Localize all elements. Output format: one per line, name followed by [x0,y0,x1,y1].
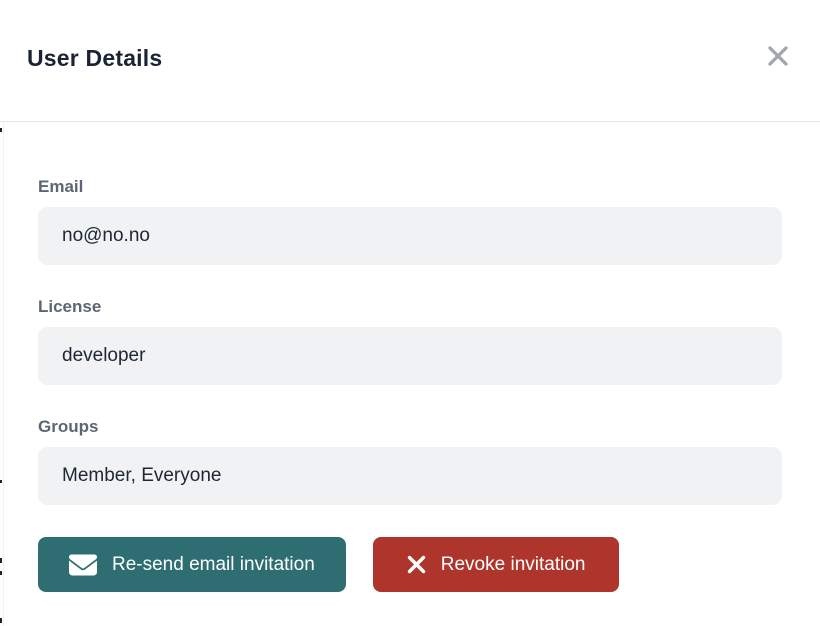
modal-body: Email License Groups Re-send email invit… [0,122,820,592]
envelope-icon [69,551,97,579]
email-field[interactable] [38,207,782,265]
page-title: User Details [27,45,162,72]
close-icon [765,43,791,72]
close-button[interactable] [763,42,793,72]
background-remnant [0,558,2,563]
user-details-modal: User Details Email License Groups [0,0,820,592]
groups-field-group: Groups [38,417,782,505]
modal-header: User Details [0,0,820,122]
email-field-group: Email [38,177,782,265]
license-field[interactable] [38,327,782,385]
groups-field[interactable] [38,447,782,505]
revoke-invitation-label: Revoke invitation [441,554,586,576]
background-remnant [0,128,2,132]
revoke-invitation-button[interactable]: Revoke invitation [373,537,620,592]
background-remnant [0,480,2,483]
resend-invitation-label: Re-send email invitation [112,554,315,576]
x-icon [407,555,426,574]
action-button-row: Re-send email invitation Revoke invitati… [38,537,782,592]
background-remnant [0,571,2,575]
background-remnant [0,618,2,623]
license-label: License [38,297,782,317]
email-label: Email [38,177,782,197]
groups-label: Groups [38,417,782,437]
license-field-group: License [38,297,782,385]
resend-invitation-button[interactable]: Re-send email invitation [38,537,346,592]
